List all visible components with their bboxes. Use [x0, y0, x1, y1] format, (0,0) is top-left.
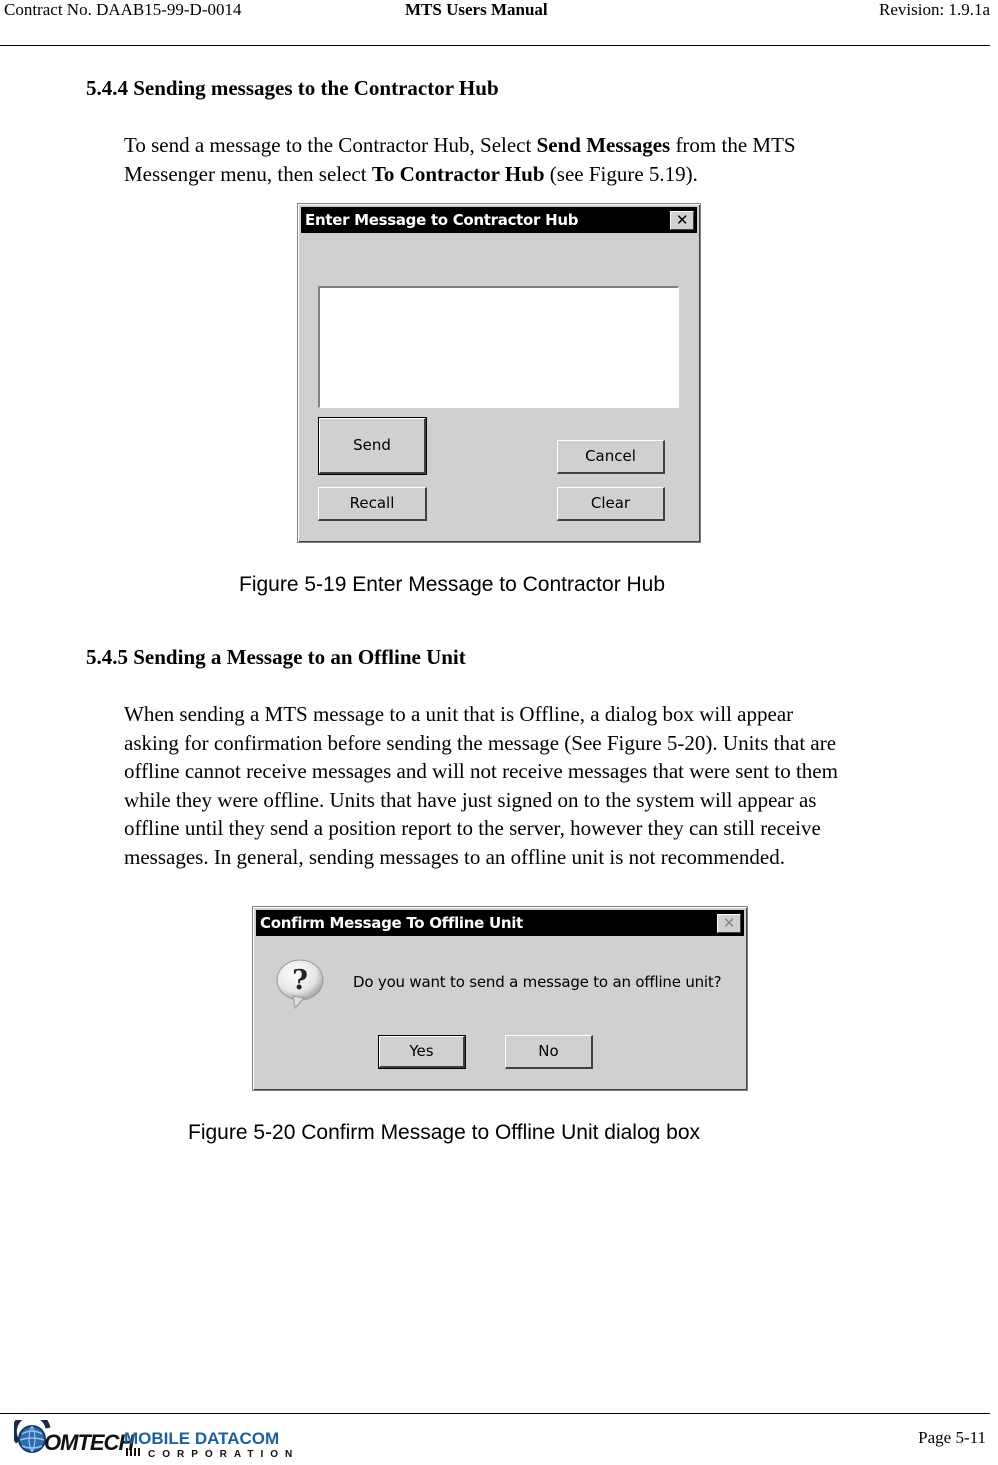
question-icon: ?	[273, 955, 329, 1011]
footer-divider	[0, 1413, 990, 1414]
no-button[interactable]: No	[505, 1035, 593, 1069]
comtech-logo: OMTECH MOBILE DATACOM CORPORATION	[11, 1412, 324, 1460]
clear-button[interactable]: Clear	[557, 487, 665, 521]
svg-text:?: ?	[292, 965, 308, 996]
recall-button[interactable]: Recall	[318, 487, 427, 521]
dialog-title-bar: Enter Message to Contractor Hub ✕	[301, 207, 697, 233]
section-heading-5-4-4: 5.4.4 Sending messages to the Contractor…	[86, 76, 499, 100]
page-header: Contract No. DAAB15-99-D-0014 MTS Users …	[0, 0, 998, 46]
manual-title: MTS Users Manual	[405, 0, 548, 19]
dialog-title: Enter Message to Contractor Hub	[305, 211, 579, 229]
send-button[interactable]: Send	[318, 417, 427, 475]
page-number: Page 5-11	[918, 1428, 986, 1447]
close-icon[interactable]: ✕	[670, 211, 694, 230]
figure-5-20-caption: Figure 5-20 Confirm Message to Offline U…	[188, 1121, 701, 1144]
dialog-title: Confirm Message To Offline Unit	[260, 914, 523, 932]
confirm-offline-dialog: Confirm Message To Offline Unit ✕ ? Do y…	[252, 906, 748, 1091]
to-contractor-hub-term: To Contractor Hub	[371, 161, 545, 186]
cancel-button[interactable]: Cancel	[557, 440, 665, 474]
section-5-4-5-paragraph: When sending a MTS message to a unit tha…	[124, 702, 838, 869]
header-divider	[0, 45, 990, 46]
section-5-4-4-paragraph: To send a message to the Contractor Hub,…	[124, 133, 796, 186]
logo-line2: CORPORATION	[148, 1449, 299, 1460]
close-icon[interactable]: ✕	[717, 914, 741, 933]
send-messages-term: Send Messages	[536, 133, 671, 157]
yes-button[interactable]: Yes	[378, 1035, 466, 1069]
dialog-title-bar: Confirm Message To Offline Unit ✕	[256, 910, 744, 936]
logo-line1: MOBILE DATACOM	[124, 1429, 279, 1448]
section-heading-5-4-5: 5.4.5 Sending a Message to an Offline Un…	[86, 645, 466, 669]
confirm-message: Do you want to send a message to an offl…	[353, 973, 722, 991]
contract-number: Contract No. DAAB15-99-D-0014	[4, 0, 242, 19]
logo-brand: OMTECH	[44, 1430, 135, 1455]
revision: Revision: 1.9.1a	[879, 0, 990, 19]
message-input[interactable]	[318, 286, 679, 408]
figure-5-19-caption: Figure 5-19 Enter Message to Contractor …	[239, 573, 666, 596]
enter-message-dialog: Enter Message to Contractor Hub ✕ Send C…	[297, 203, 701, 543]
